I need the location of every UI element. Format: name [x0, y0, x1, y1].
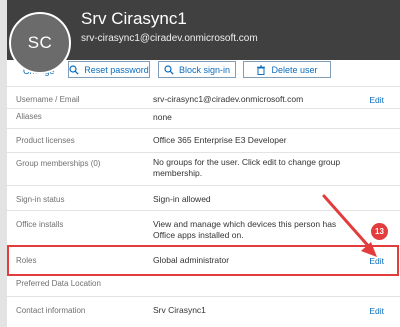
block-sign-in-label: Block sign-in [178, 64, 231, 75]
row-roles: Roles Global administrator Edit [7, 245, 400, 276]
row-group-memberships: Group memberships (0) No groups for the … [7, 152, 400, 186]
block-sign-in-button[interactable]: Block sign-in [158, 61, 236, 78]
edit-contact-link[interactable]: Edit [369, 306, 384, 316]
delete-user-label: Delete user [271, 64, 318, 75]
row-value: Office 365 Enterprise E3 Developer [153, 135, 287, 145]
search-icon [69, 64, 79, 75]
row-label: Preferred Data Location [16, 279, 101, 288]
row-label: Contact information [16, 306, 86, 315]
row-sign-in-status: Sign-in status Sign-in allowed [7, 185, 400, 211]
row-value: srv-cirasync1@ciradev.onmicrosoft.com [153, 94, 304, 104]
row-product-licenses: Product licenses Office 365 Enterprise E… [7, 128, 400, 153]
edit-username-link[interactable]: Edit [369, 95, 384, 105]
reset-password-button[interactable]: Reset password [68, 61, 150, 78]
row-value: Global administrator [153, 255, 230, 265]
row-label: Aliases [16, 112, 42, 121]
row-preferred-data-location: Preferred Data Location [7, 276, 400, 296]
row-value: Sign-in allowed [153, 194, 211, 204]
row-username: Username / Email srv-cirasync1@ciradev.o… [7, 86, 400, 109]
row-label: Sign-in status [16, 195, 65, 204]
row-label: Office installs [16, 220, 64, 229]
trash-icon [256, 65, 266, 75]
row-value: Srv Cirasync1 [153, 305, 206, 315]
row-label: Roles [16, 256, 37, 265]
edit-roles-link[interactable]: Edit [369, 256, 384, 266]
user-display-name: Srv Cirasync1 [81, 9, 187, 28]
row-value: View and manage which devices this perso… [153, 219, 337, 240]
row-label: Username / Email [16, 95, 80, 104]
user-email: srv-cirasync1@ciradev.onmicrosoft.com [81, 33, 258, 44]
row-value: No groups for the user. Click edit to ch… [153, 157, 341, 178]
avatar: SC [9, 12, 71, 74]
delete-user-button[interactable]: Delete user [243, 61, 331, 78]
row-label: Product licenses [16, 136, 75, 145]
row-value: none [153, 112, 172, 122]
row-office-installs: Office installs View and manage which de… [7, 210, 400, 246]
row-contact-information: Contact information Srv Cirasync1 Edit [7, 296, 400, 327]
user-details-panel: Srv Cirasync1 srv-cirasync1@ciradev.onmi… [0, 0, 400, 327]
annotation-badge: 13 [371, 223, 388, 240]
backdrop-edge [0, 0, 7, 327]
row-aliases: Aliases none [7, 108, 400, 129]
reset-password-label: Reset password [84, 64, 149, 75]
search-icon [164, 64, 174, 75]
row-label: Group memberships (0) [16, 159, 101, 168]
